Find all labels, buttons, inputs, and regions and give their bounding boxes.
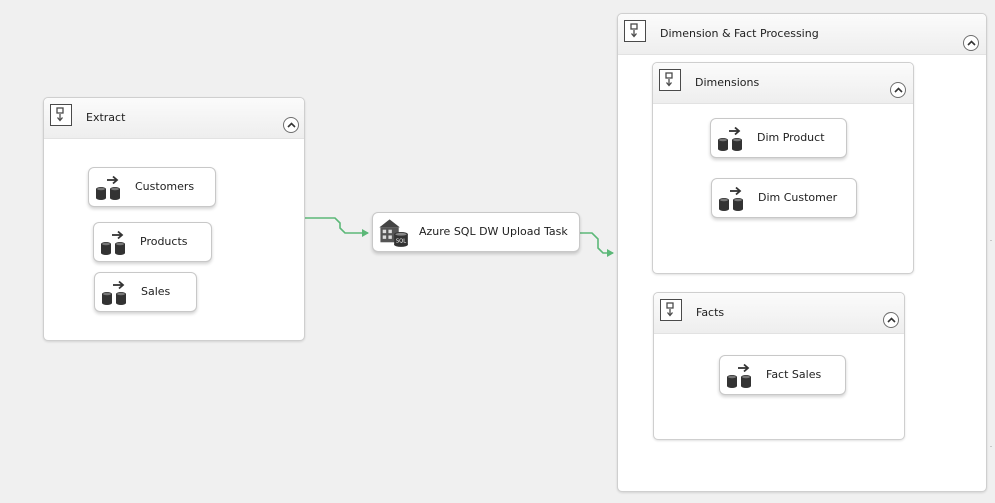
container-header[interactable]: Dimension & Fact Processing	[618, 14, 986, 55]
collapse-chevron-icon[interactable]	[963, 35, 979, 51]
container-header[interactable]: Extract	[44, 98, 304, 139]
sequence-container-icon	[50, 104, 72, 126]
task-products[interactable]: Products	[93, 222, 212, 262]
data-flow-task-icon	[718, 126, 742, 151]
task-dim-customer[interactable]: Dim Customer	[711, 178, 857, 218]
task-dim-product[interactable]: Dim Product	[710, 118, 847, 158]
collapse-chevron-icon[interactable]	[883, 312, 899, 328]
task-label: Dim Product	[757, 131, 825, 144]
task-label: Fact Sales	[766, 368, 822, 381]
collapse-chevron-icon[interactable]	[890, 82, 906, 98]
data-flow-task-icon	[719, 186, 743, 211]
data-flow-task-icon	[101, 230, 125, 255]
canvas-edge-mark	[990, 446, 992, 447]
collapse-chevron-icon[interactable]	[283, 117, 299, 133]
container-title: Facts	[696, 306, 725, 319]
azure-sql-upload-icon: SQL	[379, 219, 408, 247]
container-title: Dimensions	[695, 76, 760, 89]
task-customers[interactable]: Customers	[88, 167, 216, 207]
connector-upload-to-processing[interactable]	[580, 232, 614, 257]
container-dimensions[interactable]: Dimensions	[652, 62, 914, 274]
sequence-container-icon	[659, 69, 681, 91]
sequence-container-icon	[624, 20, 646, 42]
container-title: Dimension & Fact Processing	[660, 27, 819, 40]
task-label: Azure SQL DW Upload Task	[419, 225, 568, 238]
data-flow-task-icon	[96, 175, 120, 200]
canvas-edge-mark	[990, 240, 992, 241]
connector-extract-to-upload[interactable]	[305, 217, 369, 237]
task-sales[interactable]: Sales	[94, 272, 197, 312]
data-flow-task-icon	[727, 363, 751, 388]
task-fact-sales[interactable]: Fact Sales	[719, 355, 846, 395]
svg-text:SQL: SQL	[396, 238, 406, 244]
task-label: Products	[140, 235, 188, 248]
sequence-container-icon	[660, 299, 682, 321]
task-label: Sales	[141, 285, 171, 298]
container-header[interactable]: Dimensions	[653, 63, 913, 104]
container-title: Extract	[86, 111, 126, 124]
task-label: Dim Customer	[758, 191, 838, 204]
task-azure-sql-dw-upload[interactable]: SQL Azure SQL DW Upload Task	[372, 212, 580, 252]
task-label: Customers	[135, 180, 195, 193]
container-header[interactable]: Facts	[654, 293, 904, 334]
data-flow-task-icon	[102, 280, 126, 305]
